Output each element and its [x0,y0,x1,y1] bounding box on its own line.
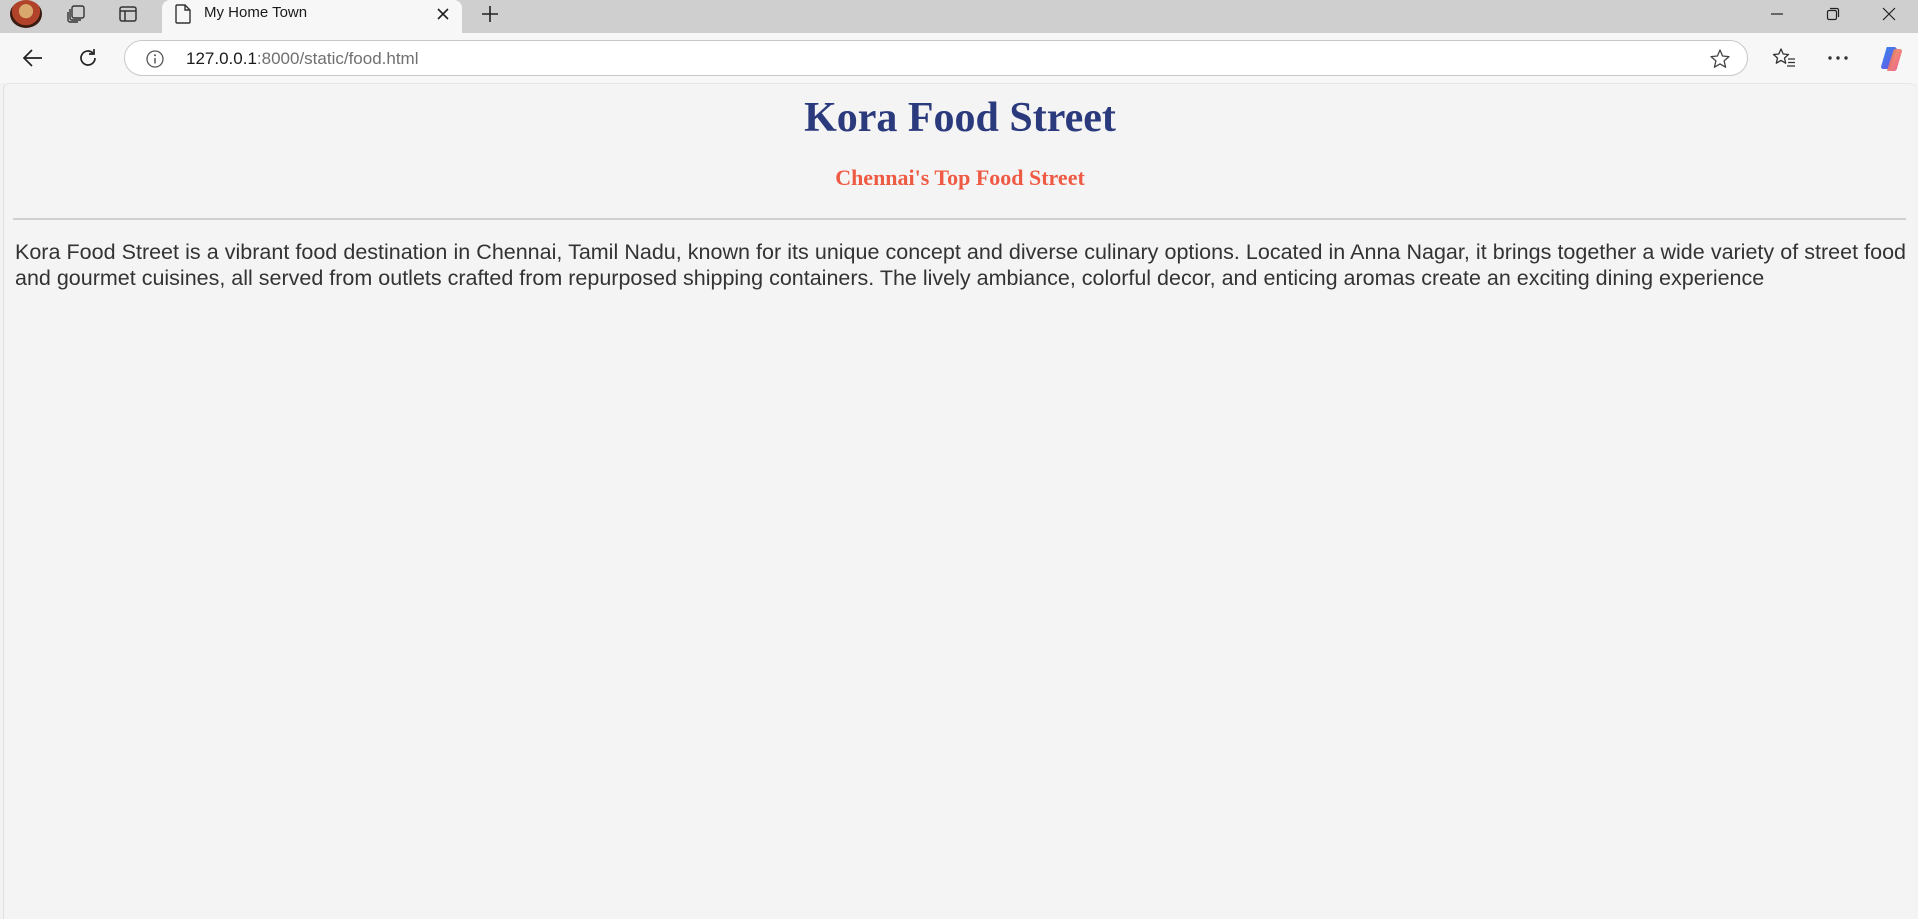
address-bar[interactable]: 127.0.0.1:8000/static/food.html [124,40,1748,76]
vertical-tabs-button[interactable] [108,0,148,28]
minimize-icon [1771,13,1783,15]
url-host: 127.0.0.1 [186,49,257,68]
page-viewport: Kora Food Street Chennai's Top Food Stre… [3,83,1915,919]
more-icon [1828,56,1848,60]
refresh-icon [80,49,96,66]
more-button[interactable] [1820,42,1856,74]
page-subtitle: Chennai's Top Food Street [835,165,1085,190]
url-path: :8000/static/food.html [256,49,419,68]
minimize-button[interactable] [1752,0,1802,28]
tab-strip: My Home Town [0,0,1918,33]
close-icon [1882,7,1896,21]
plus-icon [482,6,498,22]
restore-button[interactable] [1808,0,1858,28]
copilot-icon [1881,47,1902,71]
page-description: Kora Food Street is a vibrant food desti… [15,240,1906,290]
restore-icon [1826,7,1840,21]
tab-close-button[interactable] [432,3,454,25]
tab-my-home-town[interactable]: My Home Town [162,0,462,33]
back-arrow-icon [22,49,42,67]
page-title: Kora Food Street [804,95,1116,141]
new-tab-button[interactable] [473,0,507,28]
browser-toolbar: 127.0.0.1:8000/static/food.html [0,33,1918,83]
page-icon [175,4,191,24]
back-button[interactable] [15,42,51,74]
workspaces-icon [67,5,85,23]
refresh-button[interactable] [70,42,106,74]
favorites-button[interactable] [1766,42,1802,74]
close-icon [437,8,449,20]
copilot-button[interactable] [1874,42,1910,74]
profile-avatar[interactable] [10,0,42,28]
tab-title: My Home Town [204,4,308,21]
url-text[interactable]: 127.0.0.1:8000/static/food.html [186,49,419,69]
info-icon[interactable] [145,49,165,69]
workspaces-button[interactable] [56,0,96,28]
vertical-tabs-icon [119,6,137,22]
star-icon[interactable] [1709,48,1731,70]
window-close-button[interactable] [1864,0,1914,28]
favorites-icon [1772,48,1795,67]
divider [13,218,1906,220]
